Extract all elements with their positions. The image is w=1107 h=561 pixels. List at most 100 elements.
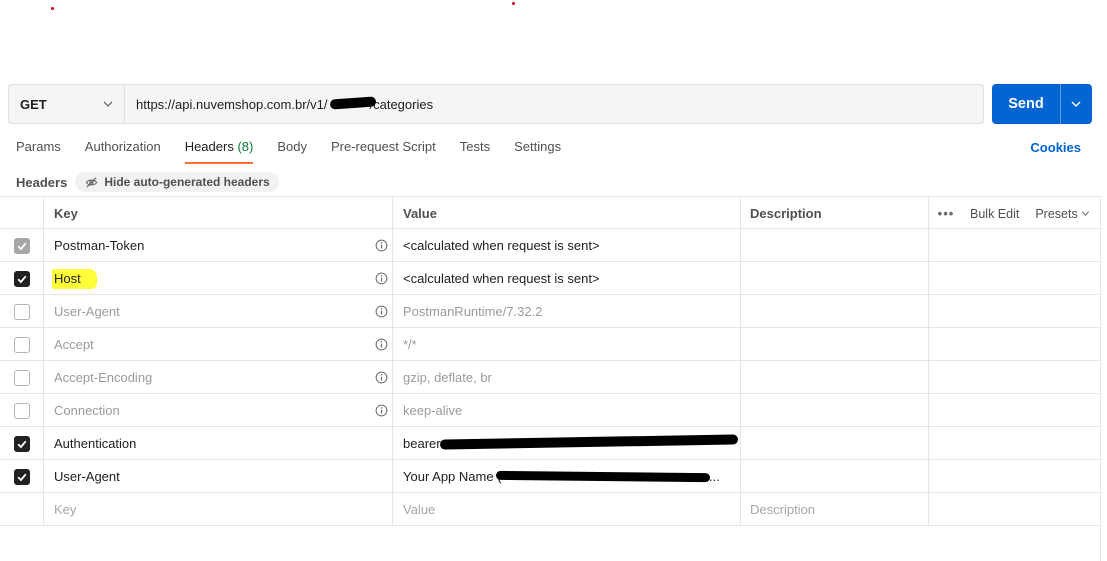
info-icon[interactable] bbox=[375, 272, 388, 285]
table-row: Host <calculated when request is sent> bbox=[0, 262, 1100, 295]
header-value-cell[interactable]: PostmanRuntime/7.32.2 bbox=[393, 295, 741, 328]
header-key-text: Postman-Token bbox=[54, 238, 145, 253]
header-value-text: gzip, deflate, br bbox=[403, 370, 492, 385]
headers-subheader: Headers Hide auto-generated headers bbox=[16, 172, 279, 192]
header-value-text: Your App Name ( bbox=[403, 469, 502, 484]
presets-label: Presets bbox=[1035, 206, 1078, 221]
info-icon[interactable] bbox=[375, 371, 388, 384]
header-description-cell[interactable] bbox=[741, 229, 929, 262]
header-value-cell[interactable]: <calculated when request is sent> bbox=[393, 262, 741, 295]
row-tools bbox=[929, 361, 1100, 394]
request-bar: GET https://api.nuvemshop.com.br/v1/ /cat… bbox=[8, 84, 1092, 124]
row-tools bbox=[929, 262, 1100, 295]
row-checkbox[interactable] bbox=[13, 435, 30, 452]
table-row: Accept */* bbox=[0, 328, 1100, 361]
header-key-cell[interactable]: User-Agent bbox=[44, 295, 393, 328]
header-value-cell[interactable]: */* bbox=[393, 328, 741, 361]
header-value-text: PostmanRuntime/7.32.2 bbox=[403, 304, 543, 319]
tab-authorization[interactable]: Authorization bbox=[85, 138, 161, 164]
method-label: GET bbox=[20, 96, 47, 112]
request-tabs: Params Authorization Headers (8) Body Pr… bbox=[16, 138, 585, 164]
header-description-cell[interactable] bbox=[741, 361, 929, 394]
tab-tests[interactable]: Tests bbox=[460, 138, 490, 164]
row-checkbox[interactable] bbox=[13, 369, 30, 386]
table-row: Connection keep-alive bbox=[0, 394, 1100, 427]
header-key-text: User-Agent bbox=[54, 304, 120, 319]
header-description-cell[interactable] bbox=[741, 295, 929, 328]
row-check-cell bbox=[0, 427, 44, 460]
header-value-cell[interactable]: <calculated when request is sent> bbox=[393, 229, 741, 262]
table-row: User-Agent PostmanRuntime/7.32.2 bbox=[0, 295, 1100, 328]
header-value-cell[interactable]: gzip, deflate, br bbox=[393, 361, 741, 394]
eye-off-icon bbox=[86, 176, 98, 188]
header-key-text: Host bbox=[52, 268, 97, 289]
hide-auto-generated-label: Hide auto-generated headers bbox=[104, 175, 270, 189]
header-value-cell[interactable]: keep-alive bbox=[393, 394, 741, 427]
presets-dropdown[interactable]: Presets bbox=[1035, 207, 1089, 221]
header-description-cell[interactable] bbox=[741, 394, 929, 427]
hide-auto-generated-button[interactable]: Hide auto-generated headers bbox=[75, 172, 279, 192]
header-key-cell[interactable]: Accept bbox=[44, 328, 393, 361]
header-key-cell[interactable]: Host bbox=[44, 262, 393, 295]
info-icon[interactable] bbox=[375, 305, 388, 318]
row-tools bbox=[929, 394, 1100, 427]
tab-body[interactable]: Body bbox=[277, 138, 307, 164]
row-check-cell bbox=[0, 328, 44, 361]
tab-settings[interactable]: Settings bbox=[514, 138, 561, 164]
method-select[interactable]: GET bbox=[8, 84, 124, 124]
send-options-chevron-icon[interactable] bbox=[1070, 98, 1082, 110]
tab-label: Headers bbox=[184, 139, 234, 154]
header-key-text: User-Agent bbox=[54, 469, 120, 484]
row-check-cell bbox=[0, 229, 44, 262]
tab-headers[interactable]: Headers (8) bbox=[184, 138, 254, 164]
send-button[interactable]: Send bbox=[992, 84, 1092, 124]
header-description-cell[interactable] bbox=[741, 328, 929, 361]
header-value-text: */* bbox=[403, 337, 417, 352]
tab-params[interactable]: Params bbox=[16, 138, 61, 164]
table-row-new: Key Value Description bbox=[0, 493, 1100, 526]
row-checkbox[interactable] bbox=[13, 336, 30, 353]
row-checkbox[interactable] bbox=[13, 402, 30, 419]
table-tools: ••• Bulk Edit Presets bbox=[929, 197, 1100, 230]
header-key-cell[interactable]: User-Agent bbox=[44, 460, 393, 493]
value-placeholder-input[interactable]: Value bbox=[393, 493, 741, 526]
chevron-down-icon bbox=[1081, 211, 1089, 217]
url-text: https://api.nuvemshop.com.br/v1/ bbox=[136, 96, 328, 112]
url-suffix: /categories bbox=[369, 96, 434, 112]
description-placeholder-input[interactable]: Description bbox=[741, 493, 929, 526]
header-key-cell[interactable]: Authentication bbox=[44, 427, 393, 460]
header-key-text: Accept-Encoding bbox=[54, 370, 153, 385]
info-icon[interactable] bbox=[375, 404, 388, 417]
more-options-icon[interactable]: ••• bbox=[934, 206, 958, 221]
header-value-text: <calculated when request is sent> bbox=[403, 238, 600, 253]
tab-pre-request-script[interactable]: Pre-request Script bbox=[331, 138, 436, 164]
row-tools bbox=[929, 328, 1100, 361]
header-key-cell[interactable]: Accept-Encoding bbox=[44, 361, 393, 394]
row-check-cell bbox=[0, 262, 44, 295]
url-input[interactable]: https://api.nuvemshop.com.br/v1/ /categor… bbox=[124, 84, 984, 124]
headers-count-badge: (8) bbox=[237, 139, 254, 154]
tab-label: Authorization bbox=[84, 139, 161, 154]
table-header-row: Key Value Description ••• Bulk Edit Pres… bbox=[0, 196, 1100, 230]
tab-label: Body bbox=[277, 139, 307, 154]
cookies-link[interactable]: Cookies bbox=[1030, 140, 1081, 155]
tab-label: Settings bbox=[514, 139, 562, 154]
header-value-text: <calculated when request is sent> bbox=[403, 271, 600, 286]
info-icon[interactable] bbox=[375, 338, 388, 351]
value-ellipsis: ... bbox=[709, 469, 720, 484]
header-description-cell[interactable] bbox=[741, 262, 929, 295]
header-key-text: Connection bbox=[54, 403, 120, 418]
header-description-cell[interactable] bbox=[741, 460, 929, 493]
key-placeholder-input[interactable]: Key bbox=[44, 493, 393, 526]
row-checkbox[interactable] bbox=[13, 270, 30, 287]
header-key-cell[interactable]: Connection bbox=[44, 394, 393, 427]
row-checkbox[interactable] bbox=[13, 303, 30, 320]
chevron-down-icon bbox=[103, 101, 113, 107]
row-tools bbox=[929, 493, 1100, 526]
tab-label: Tests bbox=[459, 139, 491, 154]
header-description-cell[interactable] bbox=[741, 427, 929, 460]
row-checkbox[interactable] bbox=[13, 468, 30, 485]
header-key-cell[interactable]: Postman-Token bbox=[44, 229, 393, 262]
bulk-edit-button[interactable]: Bulk Edit bbox=[970, 207, 1019, 221]
info-icon[interactable] bbox=[375, 239, 388, 252]
